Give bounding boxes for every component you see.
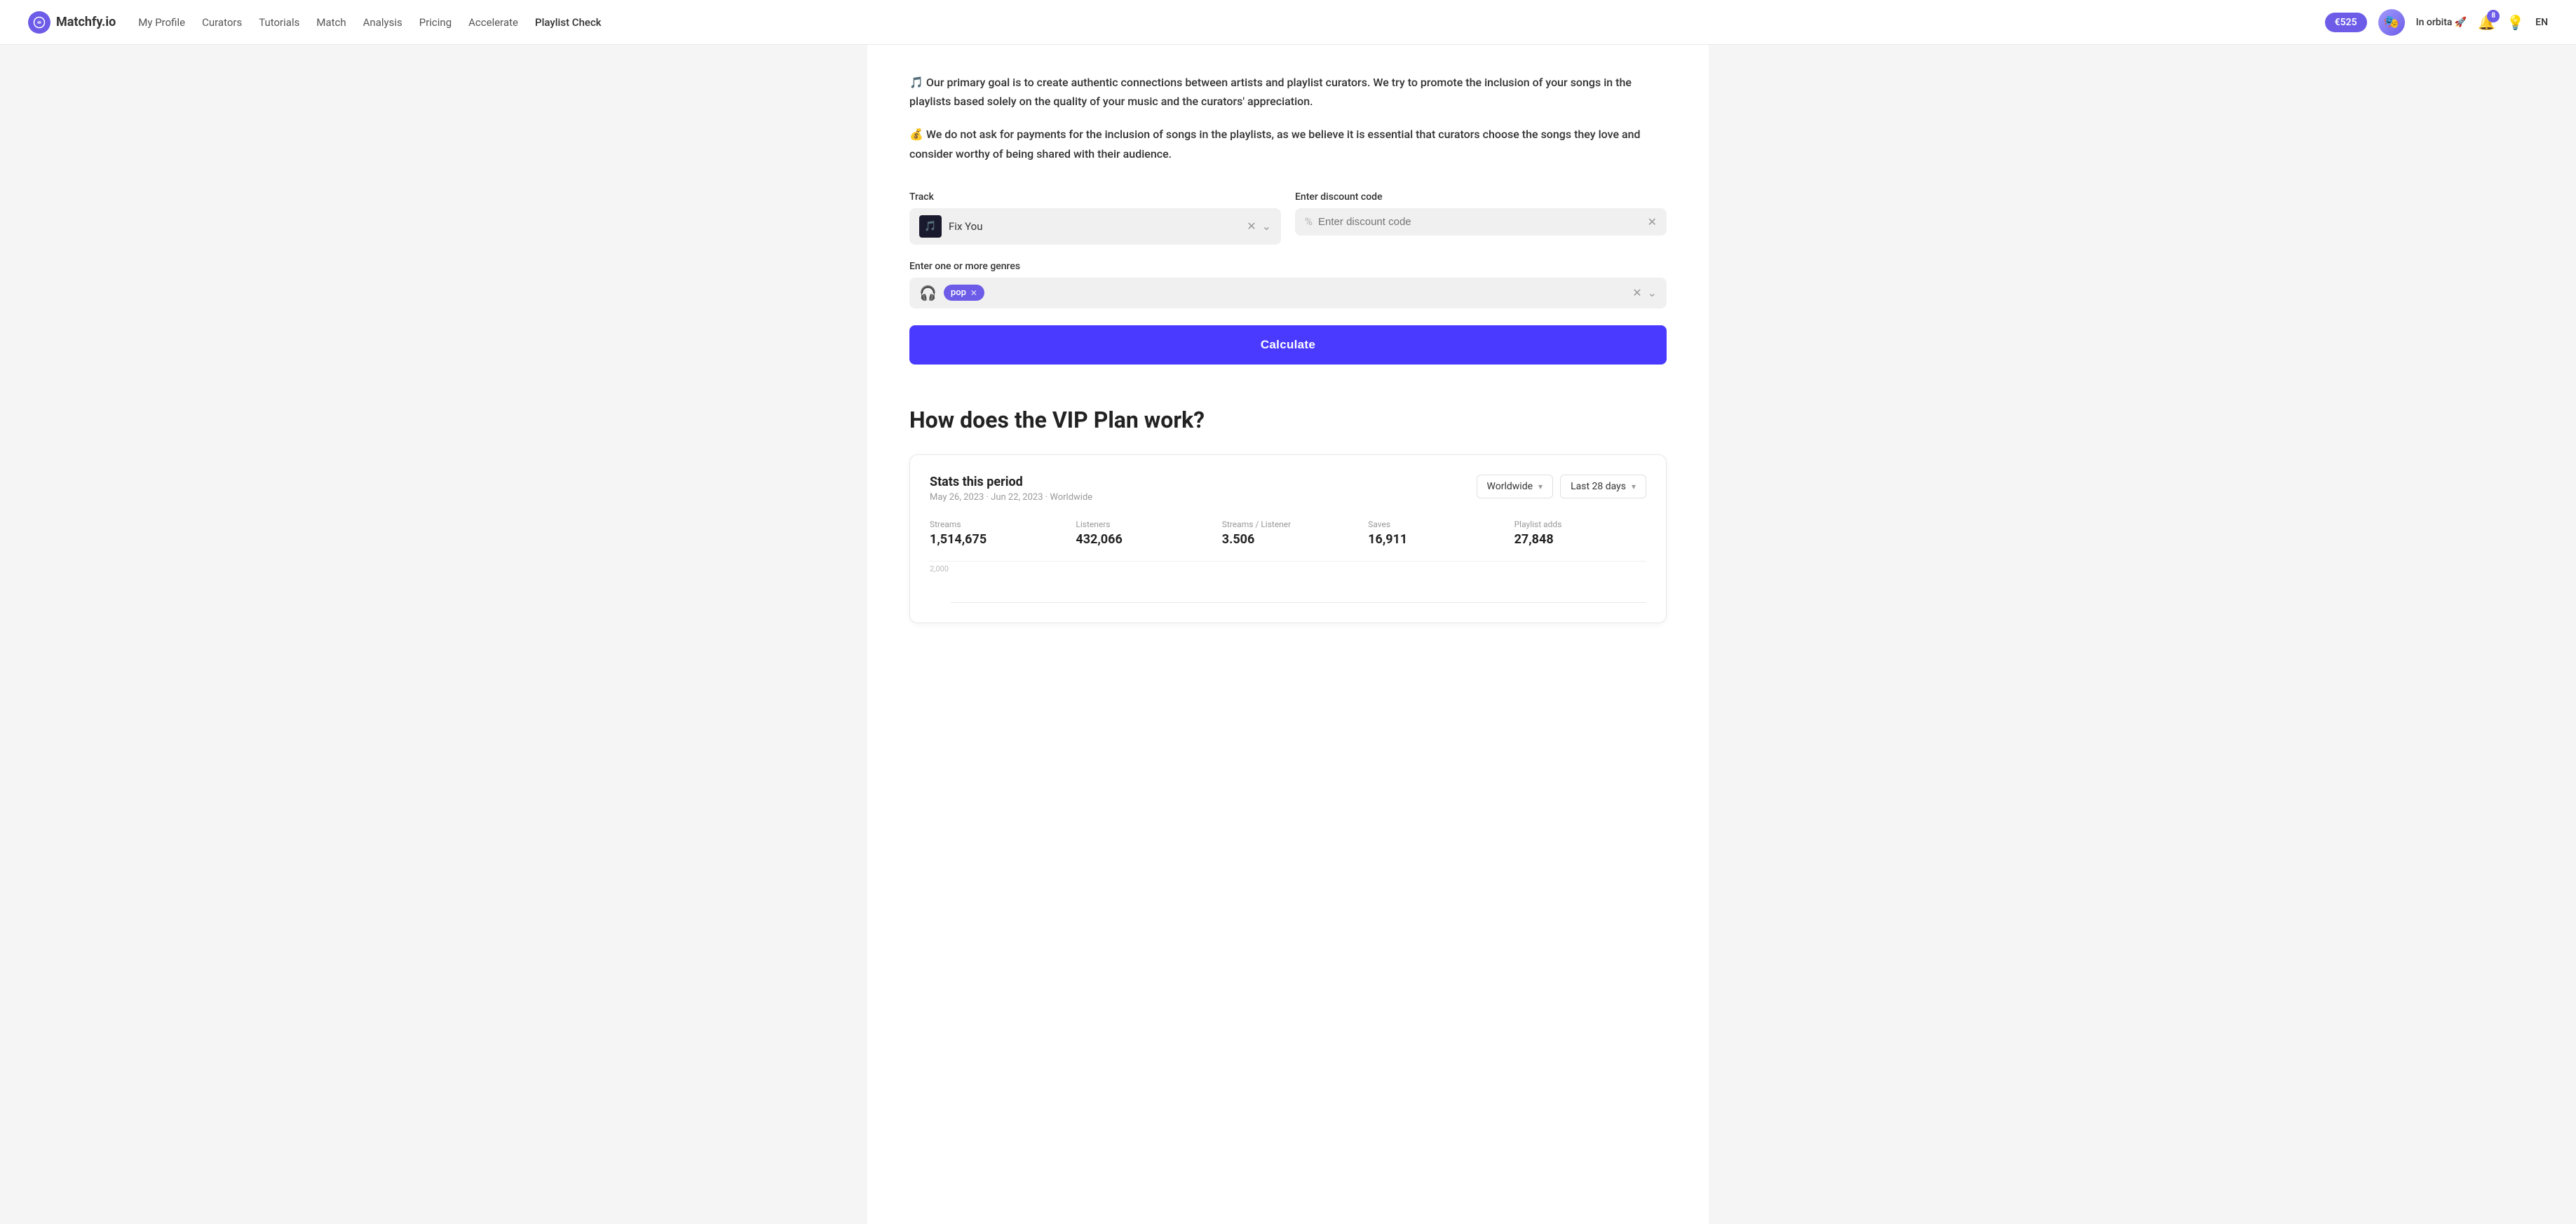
- track-label: Track: [909, 191, 1281, 203]
- genre-input-wrapper[interactable]: 🎧 pop ✕ ✕ ⌄: [909, 278, 1667, 308]
- navbar: Matchfy.io My Profile Curators Tutorials…: [0, 0, 2576, 45]
- balance-badge[interactable]: €525: [2325, 13, 2367, 32]
- stats-filters: Worldwide ▾ Last 28 days ▾: [1477, 475, 1646, 498]
- nav-match[interactable]: Match: [316, 16, 346, 29]
- form-section: Track 🎵 Fix You ✕ ⌄ Enter discount code …: [909, 191, 1667, 365]
- language-selector[interactable]: EN: [2535, 17, 2548, 28]
- metric-streams-per-listener: Streams / Listener 3.506: [1222, 519, 1354, 547]
- stats-header: Stats this period May 26, 2023 · Jun 22,…: [930, 475, 1646, 503]
- metric-listeners-value: 432,066: [1076, 532, 1207, 547]
- nav-tutorials[interactable]: Tutorials: [259, 16, 299, 29]
- metric-listeners: Listeners 432,066: [1076, 519, 1207, 547]
- geo-filter-dropdown[interactable]: Worldwide ▾: [1477, 475, 1554, 498]
- stats-subtitle: May 26, 2023 · Jun 22, 2023 · Worldwide: [930, 492, 1092, 503]
- genre-actions: ✕ ⌄: [1632, 286, 1657, 299]
- metric-saves-label: Saves: [1368, 519, 1500, 529]
- metric-saves-value: 16,911: [1368, 532, 1500, 547]
- track-name: Fix You: [949, 220, 1240, 233]
- calculate-button[interactable]: Calculate: [909, 325, 1667, 365]
- metric-spl-value: 3.506: [1222, 532, 1354, 547]
- genre-clear-icon[interactable]: ✕: [1632, 286, 1641, 299]
- percent-icon: %: [1305, 215, 1313, 228]
- main-content: 🎵 Our primary goal is to create authenti…: [867, 45, 1709, 1224]
- stats-header-left: Stats this period May 26, 2023 · Jun 22,…: [930, 475, 1092, 503]
- geo-filter-label: Worldwide: [1487, 481, 1533, 492]
- nav-accelerate[interactable]: Accelerate: [468, 16, 518, 29]
- discount-clear-icon[interactable]: ✕: [1648, 215, 1657, 229]
- nav-curators[interactable]: Curators: [202, 16, 242, 29]
- genre-label: Enter one or more genres: [909, 261, 1020, 272]
- time-filter-chevron: ▾: [1632, 482, 1636, 491]
- logo-text: Matchfy.io: [56, 15, 116, 29]
- headphones-icon: 🎧: [919, 285, 937, 301]
- metric-streams-value: 1,514,675: [930, 532, 1062, 547]
- metric-playlist-adds: Playlist adds 27,848: [1514, 519, 1646, 547]
- genre-chevron-icon[interactable]: ⌄: [1648, 286, 1657, 299]
- metric-pa-label: Playlist adds: [1514, 519, 1646, 529]
- geo-filter-chevron: ▾: [1538, 482, 1543, 491]
- nav-my-profile[interactable]: My Profile: [138, 16, 185, 29]
- nav-links: My Profile Curators Tutorials Match Anal…: [138, 16, 2302, 29]
- track-action-icons: ✕ ⌄: [1247, 219, 1271, 233]
- nav-pricing[interactable]: Pricing: [419, 16, 452, 29]
- vip-section: How does the VIP Plan work? Stats this p…: [909, 407, 1667, 623]
- stats-card: Stats this period May 26, 2023 · Jun 22,…: [909, 454, 1667, 623]
- vip-title: How does the VIP Plan work?: [909, 407, 1667, 433]
- time-filter-label: Last 28 days: [1571, 481, 1626, 492]
- track-clear-icon[interactable]: ✕: [1247, 219, 1256, 233]
- metric-spl-label: Streams / Listener: [1222, 519, 1354, 529]
- chart-label: 2,000: [930, 564, 949, 573]
- intro-text-2: 💰 We do not ask for payments for the inc…: [909, 125, 1667, 163]
- track-input-wrapper[interactable]: 🎵 Fix You ✕ ⌄: [909, 208, 1281, 245]
- form-row-track-discount: Track 🎵 Fix You ✕ ⌄ Enter discount code …: [909, 191, 1667, 245]
- nav-playlist-check[interactable]: Playlist Check: [535, 16, 602, 29]
- genre-tag-remove[interactable]: ✕: [970, 288, 977, 298]
- time-filter-dropdown[interactable]: Last 28 days ▾: [1560, 475, 1646, 498]
- stats-metrics: Streams 1,514,675 Listeners 432,066 Stre…: [930, 519, 1646, 547]
- chart-area: 2,000: [930, 561, 1646, 603]
- metric-saves: Saves 16,911: [1368, 519, 1500, 547]
- track-group: Track 🎵 Fix You ✕ ⌄: [909, 191, 1281, 245]
- avatar-button[interactable]: 🎭: [2378, 9, 2405, 36]
- metric-streams: Streams 1,514,675: [930, 519, 1062, 547]
- notifications-button[interactable]: 🔔 8: [2478, 14, 2495, 31]
- genre-section: Enter one or more genres 🎧 pop ✕ ✕ ⌄: [909, 259, 1667, 308]
- metric-listeners-label: Listeners: [1076, 519, 1207, 529]
- intro-section: 🎵 Our primary goal is to create authenti…: [909, 73, 1667, 163]
- nav-right: €525 🎭 In orbita 🚀 🔔 8 💡 EN: [2325, 9, 2548, 36]
- track-chevron-icon[interactable]: ⌄: [1262, 219, 1271, 233]
- chart-line: [951, 602, 1646, 603]
- logo[interactable]: Matchfy.io: [28, 11, 116, 34]
- intro-text-1: 🎵 Our primary goal is to create authenti…: [909, 73, 1667, 111]
- user-name: In orbita 🚀: [2416, 17, 2467, 28]
- nav-analysis[interactable]: Analysis: [363, 16, 402, 29]
- track-thumbnail: 🎵: [919, 215, 942, 238]
- metric-streams-label: Streams: [930, 519, 1062, 529]
- discount-group: Enter discount code % ✕: [1295, 191, 1667, 245]
- discount-input[interactable]: [1318, 216, 1642, 228]
- discount-label: Enter discount code: [1295, 191, 1667, 203]
- stats-title: Stats this period: [930, 475, 1092, 489]
- settings-icon[interactable]: 💡: [2507, 14, 2524, 31]
- genre-tag-label: pop: [951, 287, 966, 298]
- logo-icon: [28, 11, 50, 34]
- discount-input-wrapper[interactable]: % ✕: [1295, 208, 1667, 236]
- metric-pa-value: 27,848: [1514, 532, 1646, 547]
- genre-tag-pop: pop ✕: [944, 285, 984, 301]
- notification-count: 8: [2487, 10, 2500, 22]
